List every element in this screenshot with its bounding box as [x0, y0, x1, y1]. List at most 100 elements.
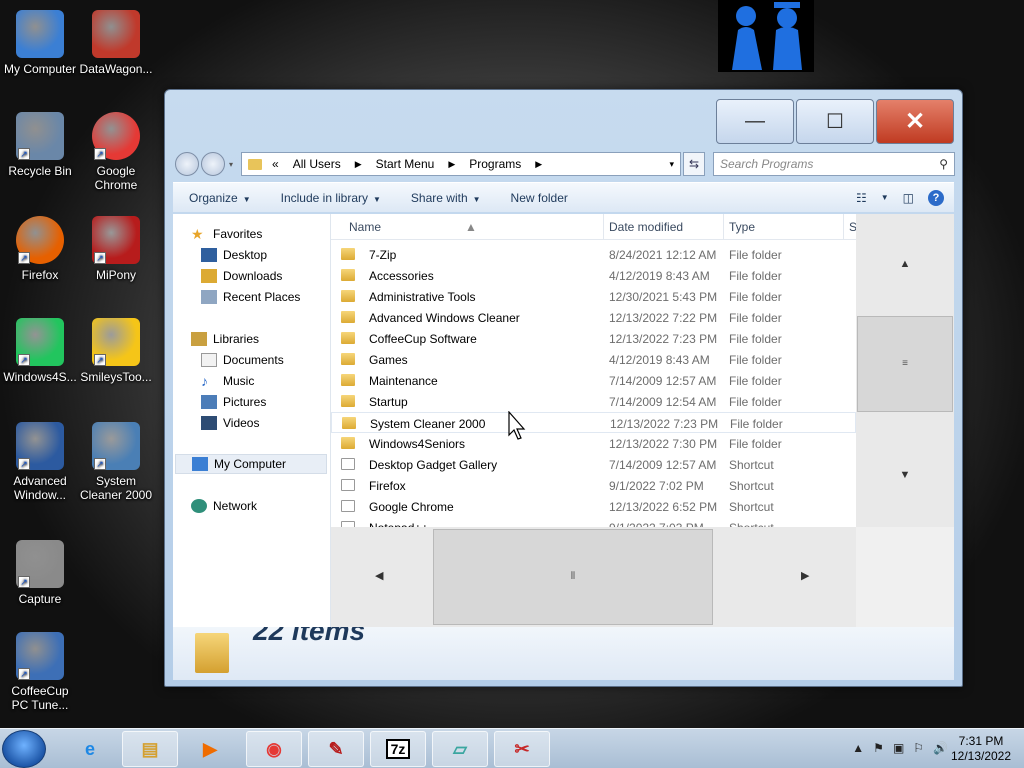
nav-favorites[interactable]: ★ Favorites	[191, 224, 262, 244]
file-row[interactable]: Desktop Gadget Gallery 7/14/2009 12:57 AM…	[331, 454, 856, 475]
recent-pages-dropdown[interactable]: ▾	[229, 160, 233, 169]
file-type: File folder	[729, 353, 782, 367]
nav-videos[interactable]: Videos	[201, 413, 259, 433]
vertical-scroll-thumb[interactable]: ≡	[857, 316, 953, 412]
column-size[interactable]: S	[849, 220, 856, 234]
breadcrumb-separator-icon[interactable]: ▶	[448, 159, 455, 170]
preview-pane-icon[interactable]: ◫	[903, 191, 914, 205]
breadcrumb-overflow[interactable]: «	[272, 157, 279, 171]
start-button[interactable]	[2, 730, 46, 768]
file-row[interactable]: Accessories 4/12/2019 8:43 AM File folder	[331, 265, 856, 286]
file-row[interactable]: Advanced Windows Cleaner 12/13/2022 7:22 …	[331, 307, 856, 328]
file-type: File folder	[729, 395, 782, 409]
address-dropdown-icon[interactable]: ▾	[669, 159, 674, 170]
nav-desktop[interactable]: Desktop	[201, 245, 267, 265]
search-icon[interactable]: ⚲	[939, 157, 948, 171]
maximize-button[interactable]: ☐	[796, 99, 874, 144]
file-row[interactable]: Administrative Tools 12/30/2021 5:43 PM Fi…	[331, 286, 856, 307]
column-type[interactable]: Type	[729, 220, 755, 234]
minimize-button[interactable]: —	[716, 99, 794, 144]
file-row[interactable]: Startup 7/14/2009 12:54 AM File folder	[331, 391, 856, 412]
file-row[interactable]: Notepad++9/1/2022 7:03 PMShortcut	[331, 517, 856, 527]
scroll-down-icon[interactable]: ▼	[856, 469, 954, 481]
desktop-icon-mipony[interactable]: ↗ MiPony	[78, 216, 154, 282]
show-hidden-icons-icon[interactable]: ▲	[852, 741, 864, 755]
desktop-icon-recycle-bin[interactable]: ↗ Recycle Bin	[2, 112, 78, 178]
desktop-icon-datawagon[interactable]: DataWagon...	[78, 10, 154, 76]
nav-music[interactable]: ♪ Music	[201, 371, 254, 391]
scroll-left-icon[interactable]: ◀	[375, 569, 383, 582]
breadcrumb-separator-icon[interactable]: ▶	[535, 159, 542, 170]
action-center-icon[interactable]: ⚑	[873, 741, 884, 755]
column-date-modified[interactable]: Date modified	[609, 220, 683, 234]
taskbar-chrome[interactable]: ◉	[246, 731, 302, 767]
view-options-icon[interactable]: ☷	[856, 191, 867, 205]
help-icon[interactable]: ?	[928, 189, 944, 206]
refresh-button[interactable]: ⇆	[683, 152, 705, 176]
scroll-right-icon[interactable]: ▶	[801, 569, 809, 582]
nav-downloads[interactable]: Downloads	[201, 266, 282, 286]
taskbar-internet-explorer[interactable]: e	[62, 731, 118, 767]
desktop-icon-firefox[interactable]: ↗ Firefox	[2, 216, 78, 282]
desktop-icon-label: Capture	[18, 592, 62, 606]
internet-explorer-icon: e	[84, 738, 95, 759]
flag-icon[interactable]: ⚐	[913, 741, 924, 755]
breadcrumb-all-users[interactable]: All Users	[293, 157, 341, 171]
taskbar-notepad[interactable]: ▱	[432, 731, 488, 767]
vertical-scrollbar[interactable]: ▲ ≡ ▼	[856, 214, 954, 527]
search-input[interactable]: Search Programs ⚲	[713, 152, 955, 176]
desktop-icon-broom[interactable]: ↗ Advanced Window...	[2, 422, 78, 502]
taskbar-mipony[interactable]: ✎	[308, 731, 364, 767]
scroll-up-icon[interactable]: ▲	[856, 258, 954, 270]
chevron-down-icon[interactable]: ▼	[881, 193, 889, 202]
desktop-icon-capture[interactable]: ↗ Capture	[2, 540, 78, 606]
search-placeholder: Search Programs	[720, 157, 814, 171]
file-row[interactable]: Firefox 9/1/2022 7:02 PM Shortcut	[331, 475, 856, 496]
file-row[interactable]: Maintenance 7/14/2009 12:57 AM File folder	[331, 370, 856, 391]
folder-icon	[341, 290, 355, 302]
breadcrumb-programs[interactable]: Programs	[469, 157, 521, 171]
close-button[interactable]: ✕	[876, 99, 954, 144]
taskbar-snipping-tool[interactable]: ✂	[494, 731, 550, 767]
nav-libraries[interactable]: Libraries	[191, 329, 259, 349]
desktop-icon-coffeecup[interactable]: ↗ CoffeeCup PC Tune...	[2, 632, 78, 712]
file-row[interactable]: CoffeeCup Software 12/13/2022 7:23 PM File…	[331, 328, 856, 349]
taskbar-7zip[interactable]: 7z	[370, 731, 426, 767]
network-icon[interactable]: ▣	[893, 741, 904, 755]
nav-network[interactable]: Network	[191, 496, 257, 516]
desktop-icon-chrome[interactable]: ↗ Google Chrome	[78, 112, 154, 192]
organize-button[interactable]: Organize ▼	[189, 191, 251, 205]
taskbar-file-explorer[interactable]: ▤	[122, 731, 178, 767]
clock[interactable]: 7:31 PM 12/13/2022	[948, 734, 1014, 764]
desktop-icon-windows4seniors[interactable]: ↗ Windows4S...	[2, 318, 78, 384]
include-in-library-button[interactable]: Include in library ▼	[281, 191, 381, 205]
file-type: Shortcut	[729, 479, 774, 493]
desktop-icon-smiley[interactable]: ↗ SmileysToo...	[78, 318, 154, 384]
nav-documents[interactable]: Documents	[201, 350, 284, 370]
column-name[interactable]: Name	[349, 220, 381, 234]
file-row[interactable]: Windows4Seniors 12/13/2022 7:30 PM File fo…	[331, 433, 856, 454]
share-with-button[interactable]: Share with ▼	[411, 191, 481, 205]
breadcrumb-separator-icon[interactable]: ▶	[355, 159, 362, 170]
volume-icon[interactable]: 🔊	[933, 741, 948, 755]
back-button[interactable]	[175, 152, 199, 176]
address-bar[interactable]: « All Users ▶ Start Menu ▶ Programs ▶ ▾	[241, 152, 681, 176]
clock-date: 12/13/2022	[950, 749, 1012, 763]
desktop-icon-magnifier[interactable]: ↗ System Cleaner 2000	[78, 422, 154, 502]
file-row[interactable]: 7-Zip 8/24/2021 12:12 AM File folder	[331, 244, 856, 265]
shortcut-arrow-icon: ↗	[18, 458, 30, 470]
file-row[interactable]: Google Chrome 12/13/2022 6:52 PM Shortcut	[331, 496, 856, 517]
nav-my-computer[interactable]: My Computer	[175, 454, 327, 474]
forward-button[interactable]	[201, 152, 225, 176]
file-row[interactable]: Games 4/12/2019 8:43 AM File folder	[331, 349, 856, 370]
desktop-icon-computer[interactable]: My Computer	[2, 10, 78, 76]
new-folder-button[interactable]: New folder	[511, 191, 568, 205]
horizontal-scroll-thumb[interactable]: ⦀	[433, 529, 713, 625]
breadcrumb-start-menu[interactable]: Start Menu	[376, 157, 435, 171]
computer-icon	[192, 457, 208, 471]
nav-pictures[interactable]: Pictures	[201, 392, 266, 412]
nav-recent-places[interactable]: Recent Places	[201, 287, 300, 307]
file-row[interactable]: System Cleaner 2000 12/13/2022 7:23 PM Fil…	[331, 412, 856, 433]
horizontal-scrollbar[interactable]: ◀ ⦀ ▶	[331, 527, 856, 627]
taskbar-media-player[interactable]: ▶	[182, 731, 238, 767]
